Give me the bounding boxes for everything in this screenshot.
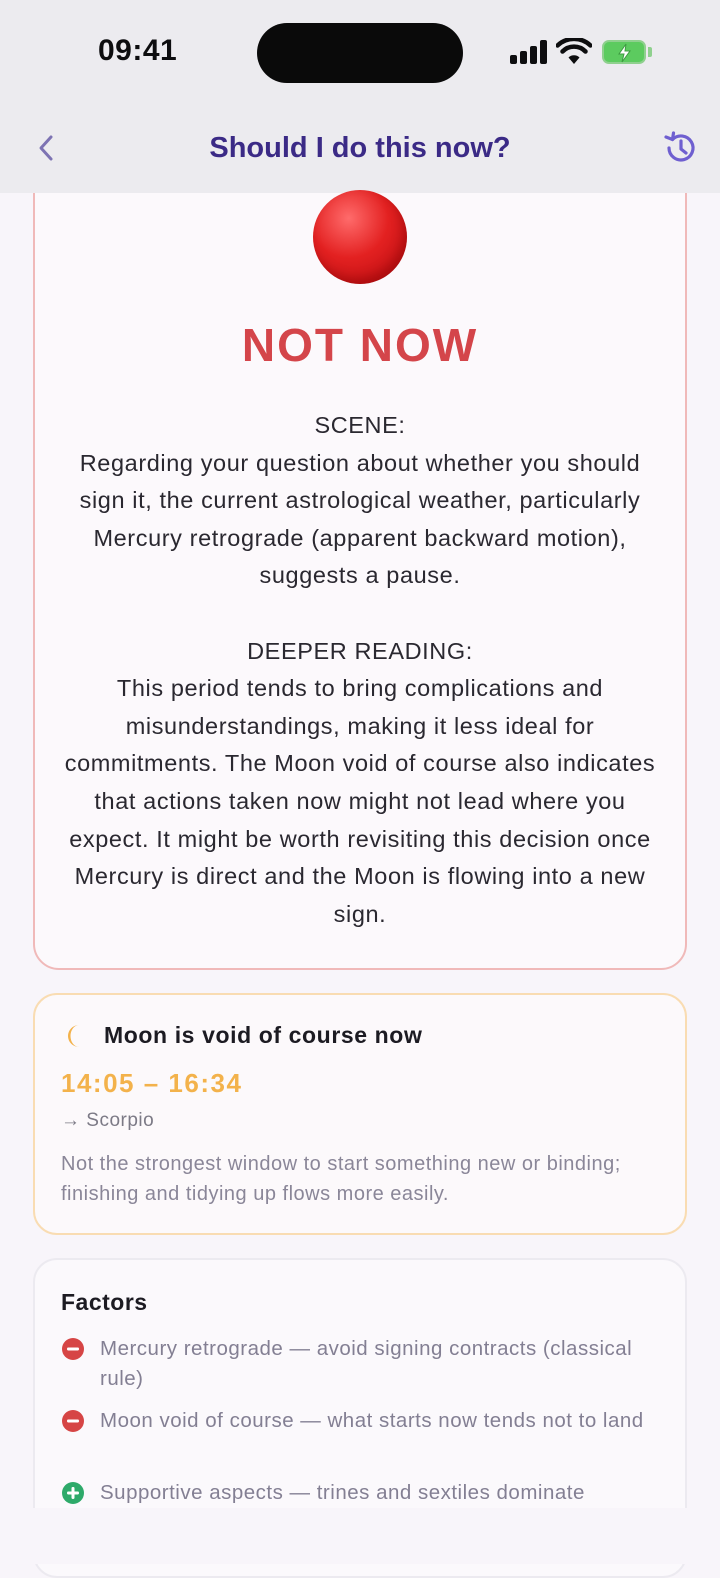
status-time: 09:41 <box>98 34 178 67</box>
deeper-heading: DEEPER READING: <box>247 637 473 664</box>
moon-title: Moon is void of course now <box>104 1022 423 1048</box>
dynamic-island <box>257 23 463 83</box>
page-title: Should I do this now? <box>209 132 511 164</box>
factor-text: Supportive aspects — trines and sextiles… <box>100 1481 585 1504</box>
history-icon <box>664 131 695 162</box>
crescent-moon-icon <box>68 1025 79 1047</box>
scene-heading: SCENE: <box>314 412 406 438</box>
top-bar: 09:41 Should I do this now? <box>0 0 720 193</box>
factor-item: Mercury retrograde — avoid signing contr… <box>61 1334 661 1393</box>
factor-item: Moon void of course — what starts now te… <box>61 1406 661 1436</box>
cellular-signal-icon <box>510 40 548 64</box>
verdict-label: NOT NOW <box>241 319 479 371</box>
scene-text: Regarding your question about whether yo… <box>79 449 641 589</box>
factor-text: Moon void of course — what starts now te… <box>100 1409 644 1432</box>
moon-void-window: 14:05 – 16:34 <box>61 1068 243 1098</box>
minus-circle-icon <box>62 1338 84 1360</box>
minus-circle-icon <box>62 1410 84 1432</box>
bottom-safe-area <box>0 1508 720 1564</box>
factor-item: Supportive aspects — trines and sextiles… <box>61 1478 661 1508</box>
plus-circle-icon <box>62 1482 84 1504</box>
factors-title: Factors <box>61 1289 148 1315</box>
moon-next-sign: → Scorpio <box>61 1110 155 1131</box>
wifi-icon <box>556 38 592 64</box>
reading-text: SCENE: Regarding your question about whe… <box>60 407 660 933</box>
moon-note: Not the strongest window to start someth… <box>61 1153 621 1205</box>
battery-tip <box>648 47 652 57</box>
red-circle-icon <box>313 190 407 284</box>
battery-icon <box>602 40 646 64</box>
deeper-text: This period tends to bring complications… <box>64 675 656 927</box>
factor-text: Mercury retrograde — avoid signing contr… <box>100 1337 633 1390</box>
history-button[interactable] <box>658 126 702 170</box>
